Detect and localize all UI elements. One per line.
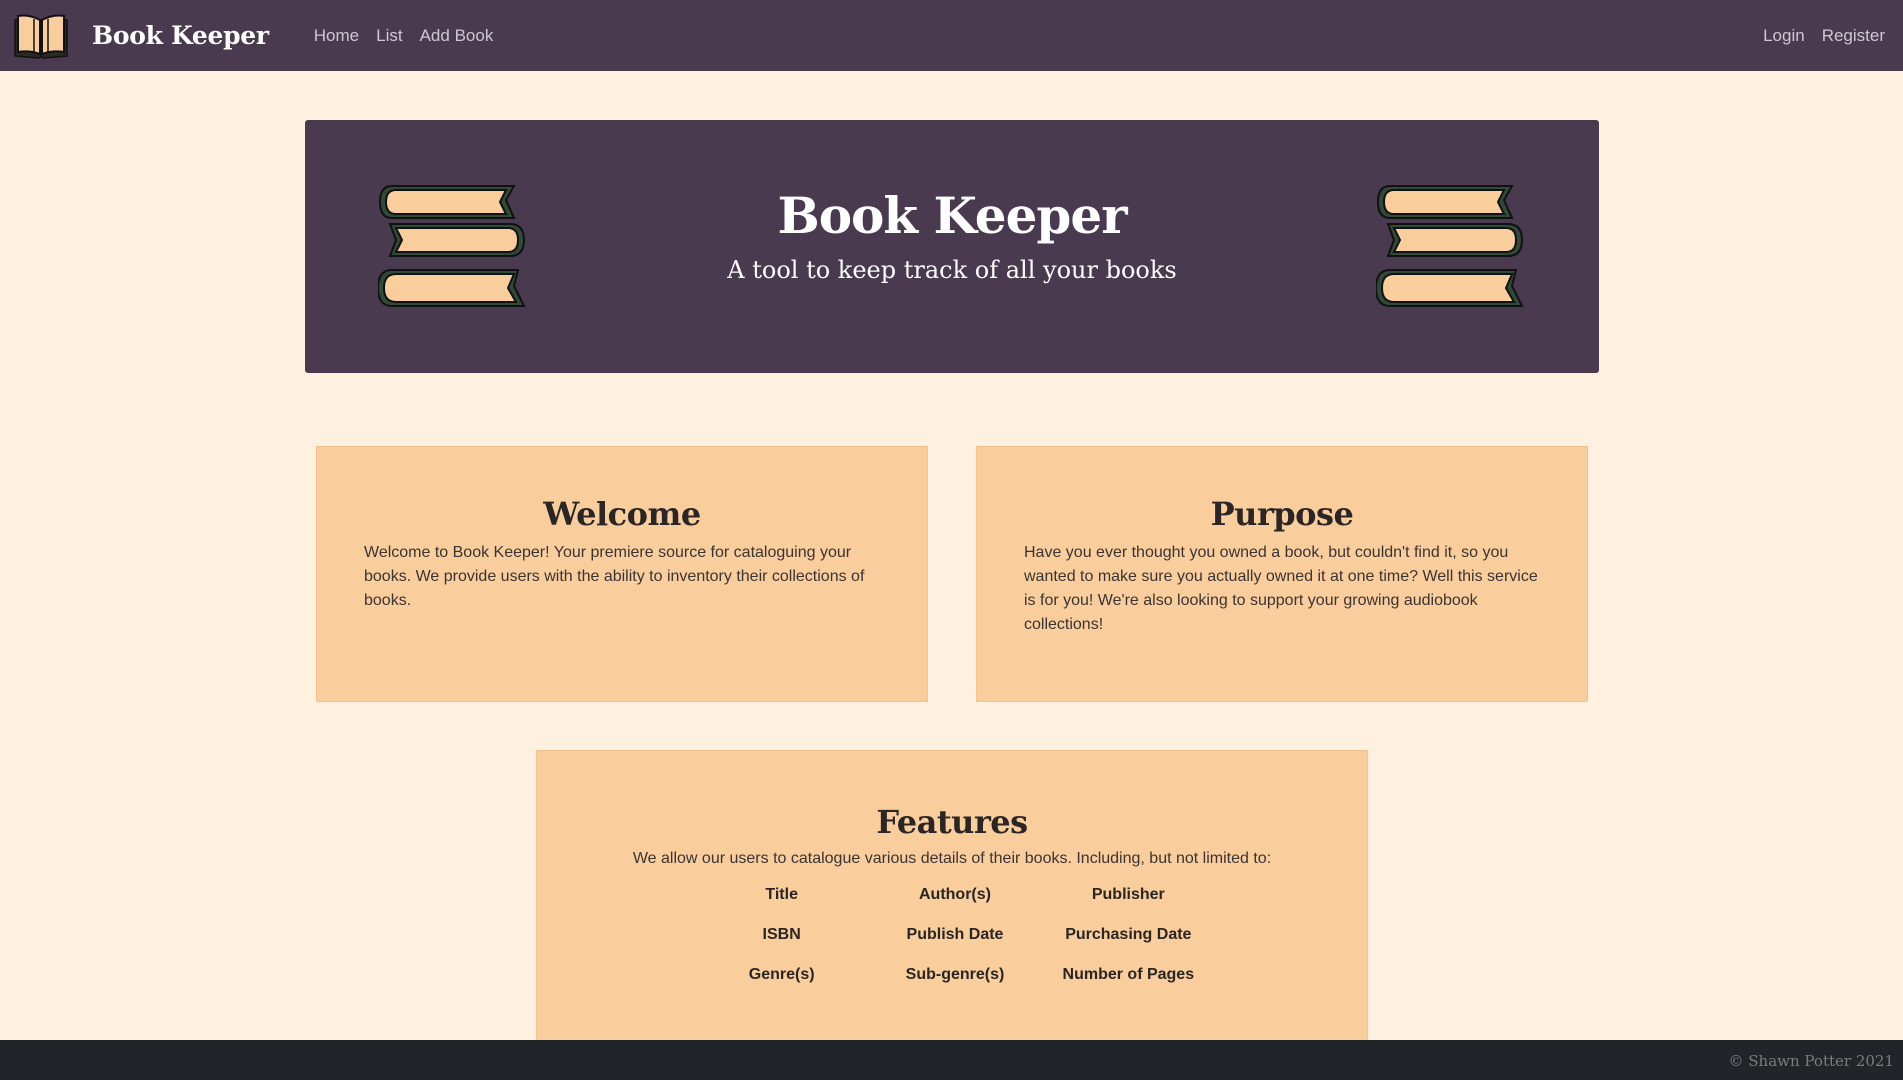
footer-copyright: © Shawn Potter 2021 (1728, 1052, 1894, 1070)
feature-item: Publisher (1091, 886, 1165, 903)
nav-register-link[interactable]: Register (1822, 26, 1885, 46)
purpose-title: Purpose (1210, 495, 1354, 533)
feature-item: Number of Pages (1062, 966, 1195, 983)
features-title: Features (876, 803, 1028, 841)
welcome-card: Welcome Welcome to Book Keeper! Your pre… (316, 446, 928, 702)
feature-item: Sub-genre(s) (905, 966, 1005, 983)
welcome-body: Welcome to Book Keeper! Your premiere so… (364, 544, 865, 609)
feature-item: Genre(s) (748, 966, 815, 983)
nav-links: Home List Add Book (314, 26, 494, 46)
features-grid: Title Author(s) Publisher ISBN Publish D… (695, 885, 1215, 985)
nav-auth-links: Login Register (1763, 0, 1885, 71)
brand-title: Book Keeper (92, 21, 269, 50)
navbar: Book Keeper Home List Add Book Login Reg… (0, 0, 1903, 71)
book-stack-icon (1376, 185, 1524, 307)
feature-item: Title (765, 886, 798, 903)
nav-login-link[interactable]: Login (1763, 26, 1805, 46)
nav-list-link[interactable]: List (376, 26, 402, 46)
feature-item: Publish Date (906, 926, 1004, 943)
purpose-card: Purpose Have you ever thought you owned … (976, 446, 1588, 702)
brand-link[interactable]: Book Keeper (12, 12, 269, 60)
open-book-icon (14, 14, 68, 59)
feature-item: ISBN (762, 926, 801, 943)
feature-item: Purchasing Date (1065, 926, 1192, 943)
features-intro: We allow our users to catalogue various … (632, 850, 1272, 867)
welcome-title: Welcome (543, 495, 701, 533)
features-card: Features We allow our users to catalogue… (536, 750, 1368, 1050)
purpose-body: Have you ever thought you owned a book, … (1024, 544, 1538, 633)
nav-home-link[interactable]: Home (314, 26, 359, 46)
feature-item: Author(s) (919, 886, 991, 903)
nav-add-book-link[interactable]: Add Book (420, 26, 494, 46)
footer: © Shawn Potter 2021 (0, 1040, 1903, 1080)
hero-banner: Book Keeper A tool to keep track of all … (305, 120, 1599, 373)
